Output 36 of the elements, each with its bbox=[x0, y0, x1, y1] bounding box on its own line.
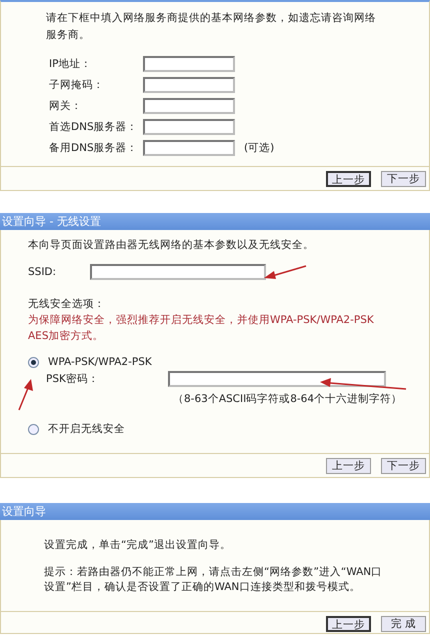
instruction-text: 请在下框中填入网络服务商提供的基本网络参数，如遗忘请咨询网络服务商。 bbox=[45, 11, 377, 43]
annotation-arrow bbox=[264, 265, 306, 279]
hint-text: （8-63个ASCII码字符或8-64个十六进制字符） bbox=[173, 392, 402, 407]
back-button[interactable]: 上一步 bbox=[326, 171, 371, 187]
field-label: 子网掩码： bbox=[49, 78, 105, 92]
back-button[interactable]: 上一步 bbox=[326, 616, 371, 632]
next-button[interactable]: 下一步 bbox=[381, 171, 426, 187]
option-label: WPA-PSK/WPA2-PSK bbox=[48, 355, 152, 370]
input-field[interactable] bbox=[143, 77, 235, 93]
password-field[interactable] bbox=[168, 371, 386, 387]
field-label: 网关： bbox=[49, 99, 83, 113]
radio-button[interactable] bbox=[28, 424, 39, 434]
back-button[interactable]: 上一步 bbox=[326, 458, 371, 474]
field-label: PSK密码： bbox=[46, 372, 100, 387]
optional-note: (可选) bbox=[244, 141, 274, 155]
field-label: IP地址： bbox=[49, 57, 92, 71]
option-label: 不开启无线安全 bbox=[48, 422, 125, 437]
input-field[interactable] bbox=[143, 98, 235, 114]
input-field[interactable] bbox=[143, 140, 235, 156]
status-message: 设置完成，单击“完成”退出设置向导。 bbox=[44, 538, 232, 553]
radio-button[interactable] bbox=[28, 356, 39, 368]
section-header: 设置向导 bbox=[0, 503, 430, 520]
section-header: 设置向导 - 无线设置 bbox=[0, 213, 430, 230]
section-label: 无线安全选项： bbox=[28, 297, 106, 312]
ssid-field[interactable] bbox=[90, 264, 266, 280]
warning-text: 为保障网络安全，强烈推荐开启无线安全，并使用WPA-PSK/WPA2-PSK AES加密方式。 bbox=[28, 313, 375, 344]
input-field[interactable] bbox=[143, 119, 235, 135]
input-field[interactable] bbox=[143, 56, 235, 72]
field-label: 备用DNS服务器： bbox=[49, 141, 139, 155]
tip-text: 提示：若路由器仍不能正常上网，请点击左侧“网络参数”进入“WAN口设置”栏目，确认是否设置了正确的WAN口连接类型和拨号模式。 bbox=[44, 565, 384, 595]
instruction-text: 本向导页面设置路由器无线网络的基本参数以及无线安全。 bbox=[28, 238, 315, 253]
finish-button[interactable]: 完 成 bbox=[381, 616, 426, 632]
annotation-arrow bbox=[18, 379, 33, 410]
next-button[interactable]: 下一步 bbox=[381, 458, 426, 474]
field-label: SSID: bbox=[28, 265, 58, 280]
field-label: 首选DNS服务器： bbox=[49, 120, 139, 134]
